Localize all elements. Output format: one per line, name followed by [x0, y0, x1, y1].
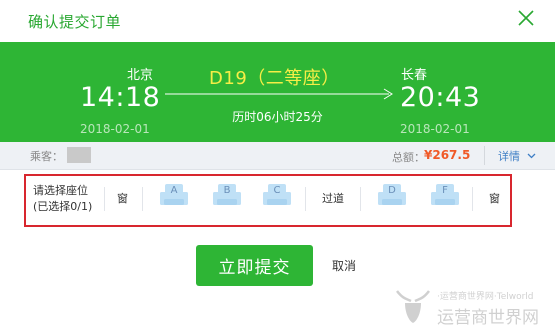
seat-a[interactable]: A — [159, 182, 189, 210]
chevron-down-icon — [527, 153, 535, 159]
bull-logo-icon — [396, 290, 430, 323]
divider — [104, 187, 105, 211]
train-code: D19 — [209, 68, 248, 89]
submit-order-button[interactable]: 立即提交 — [196, 245, 313, 286]
seat-letter: C — [273, 185, 281, 196]
arrival-time: 20:43 — [400, 82, 481, 113]
seat-letter: A — [170, 185, 178, 196]
divider — [472, 187, 473, 211]
watermark: ·运营商世界网·Telworld 运营商世界网 — [393, 285, 543, 329]
details-label: 详情 — [498, 150, 520, 163]
dialog-header: 确认提交订单 — [0, 0, 555, 42]
seat-b[interactable]: B — [212, 182, 242, 210]
seat-class: （二等座） — [247, 68, 340, 89]
passenger-label: 乘客： — [30, 150, 63, 163]
details-toggle[interactable]: 详情 — [498, 148, 536, 164]
divider — [305, 187, 306, 211]
window-right-label: 窗 — [489, 192, 500, 205]
arrival-station: 长春 — [401, 68, 428, 83]
seat-d[interactable]: D — [377, 182, 407, 210]
seat-letter: F — [442, 185, 448, 196]
close-icon[interactable] — [517, 9, 535, 27]
dialog-title: 确认提交订单 — [28, 13, 122, 31]
seat-f[interactable]: F — [430, 182, 460, 210]
seat-selection-panel: 请选择座位 (已选择0/1) 窗 A B C 过道 D F 窗 — [24, 174, 512, 227]
divider — [360, 187, 361, 211]
seat-c[interactable]: C — [262, 182, 292, 210]
cancel-link[interactable]: 取消 — [332, 257, 356, 274]
trip-banner: 北京 14:18 2018-02-01 D19（二等座） 历时06小时25分 长… — [0, 42, 555, 142]
watermark-line1: ·运营商世界网·Telworld — [437, 292, 534, 302]
aisle-label: 过道 — [322, 192, 344, 205]
summary-bar: 乘客： 总额： ¥267.5 详情 — [0, 142, 555, 170]
details-divider — [484, 146, 485, 165]
window-left-label: 窗 — [117, 192, 128, 205]
seat-letter: D — [388, 185, 396, 196]
seat-selected-count: (已选择0/1) — [33, 200, 93, 213]
departure-station: 北京 — [127, 68, 154, 83]
total-amount: ¥267.5 — [424, 148, 471, 162]
arrival-date: 2018-02-01 — [400, 122, 470, 136]
seat-prompt: 请选择座位 (已选择0/1) — [33, 183, 92, 215]
passenger-name-masked — [67, 147, 91, 163]
seat-prompt-title: 请选择座位 — [33, 184, 88, 197]
total-label: 总额： — [392, 151, 425, 164]
divider — [142, 187, 143, 211]
arrow-right-icon — [165, 88, 393, 100]
watermark-line2: 运营商世界网 — [437, 308, 539, 328]
seat-letter: B — [223, 185, 231, 196]
